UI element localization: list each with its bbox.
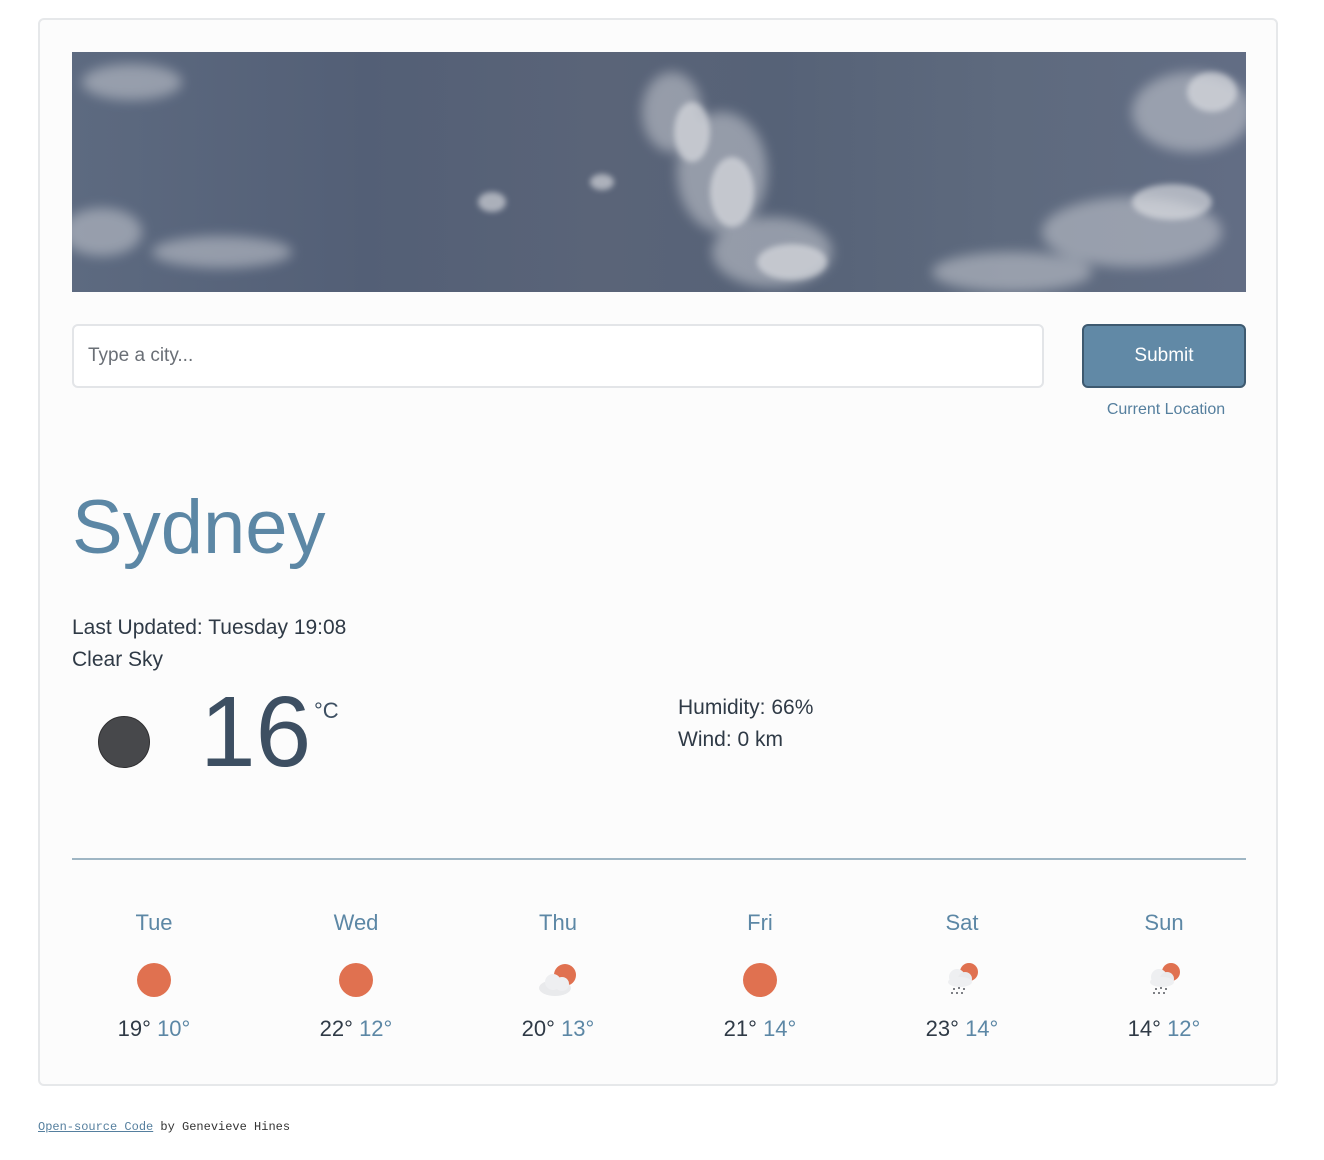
sky-banner-image [72,52,1246,292]
city-search-input[interactable] [72,324,1044,388]
forecast-day-thu: Thu 20° 13° [478,910,638,1042]
current-temperature: 16 [200,676,312,788]
last-updated-text: Last Updated: Tuesday 19:08 [72,616,347,639]
city-name: Sydney [72,485,326,570]
humidity-text: Humidity: 66% [678,696,814,719]
forecast-min-temp: 14° [965,1016,999,1041]
sun-icon [339,963,373,997]
rain-sun-icon [948,963,978,994]
forecast-min-temp: 12° [1167,1016,1201,1041]
forecast-min-temp: 13° [561,1016,595,1041]
forecast-min-temp: 12° [359,1016,393,1041]
moon-icon [98,716,150,768]
sun-icon [137,963,171,997]
cloud-sun-icon [539,964,576,996]
forecast-day-name: Thu [539,910,577,935]
footer-author-text: by Genevieve Hines [153,1120,291,1134]
forecast-day-tue: Tue 19° 10° [74,910,234,1042]
forecast-day-name: Wed [333,910,379,935]
forecast-day-name: Sun [1144,910,1184,935]
forecast-temps: 22° 12° [276,1016,436,1042]
forecast-temps: 19° 10° [74,1016,234,1042]
weather-description: Clear Sky [72,648,164,671]
forecast-max-temp: 14° [1127,1016,1161,1041]
forecast-temps: 21° 14° [680,1016,840,1042]
temperature-unit: °C [314,698,339,723]
forecast-min-temp: 14° [763,1016,797,1041]
forecast-day-name: Sat [945,910,979,935]
forecast-temps: 23° 14° [882,1016,1042,1042]
forecast-temps: 14° 12° [1084,1016,1244,1042]
forecast-max-temp: 22° [319,1016,353,1041]
weather-card: Submit Current Location Sydney Last Upda… [38,18,1278,1086]
forecast-day-wed: Wed 22° 12° [276,910,436,1042]
current-location-link[interactable]: Current Location [1082,401,1250,419]
forecast-day-name: Tue [135,910,173,935]
forecast-max-temp: 20° [521,1016,555,1041]
submit-button[interactable]: Submit [1082,324,1246,388]
forecast-day-sun: Sun 14° 12° [1084,910,1244,1042]
wind-text: Wind: 0 km [678,728,784,751]
open-source-code-link[interactable]: Open-source Code [38,1120,153,1134]
forecast-max-temp: 23° [925,1016,959,1041]
forecast-day-name: Fri [747,910,773,935]
forecast-day-fri: Fri 21° 14° [680,910,840,1042]
sun-icon [743,963,777,997]
forecast-temps: 20° 13° [478,1016,638,1042]
footer: Open-source Code by Genevieve Hines [38,1120,290,1134]
forecast-divider [72,858,1246,860]
forecast-max-temp: 19° [117,1016,151,1041]
forecast-max-temp: 21° [723,1016,757,1041]
rain-sun-icon [1150,963,1180,994]
forecast-min-temp: 10° [157,1016,191,1041]
forecast-day-sat: Sat 23° 14° [882,910,1042,1042]
